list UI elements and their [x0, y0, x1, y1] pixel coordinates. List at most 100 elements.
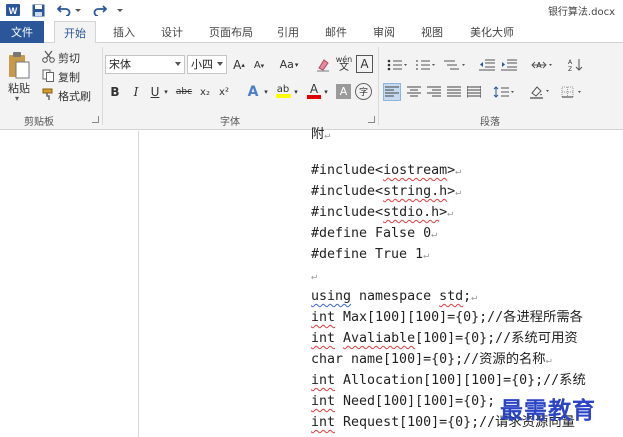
- shrink-font-icon: A: [253, 60, 261, 71]
- svg-text:Z: Z: [568, 66, 572, 72]
- bold-button[interactable]: B: [108, 83, 122, 101]
- paragraph-mark: ↵: [324, 130, 331, 141]
- tab-page-layout[interactable]: 页面布局: [202, 21, 260, 43]
- grow-font-icon: A: [233, 57, 242, 72]
- multilevel-list-icon[interactable]: [442, 56, 466, 73]
- enclose-characters-icon: 字: [358, 88, 368, 98]
- save-icon[interactable]: [30, 2, 46, 18]
- document-line[interactable]: using namespace std;↵: [311, 286, 477, 307]
- font-size-select[interactable]: 小四: [187, 55, 227, 74]
- paste-icon[interactable]: [6, 49, 32, 83]
- format-painter-icon[interactable]: [41, 87, 55, 101]
- tab-review[interactable]: 审阅: [364, 21, 404, 43]
- tab-design[interactable]: 设计: [152, 21, 192, 43]
- document-line[interactable]: char name[100]={0};//资源的名称↵: [311, 349, 552, 370]
- bullets-icon[interactable]: [386, 56, 408, 73]
- font-dialog-launcher[interactable]: [368, 116, 375, 123]
- tab-view[interactable]: 视图: [412, 21, 452, 43]
- undo-dropdown-icon[interactable]: [74, 2, 82, 18]
- text-effects-dropdown-icon[interactable]: ▾: [262, 83, 270, 101]
- text-effects-button[interactable]: A: [244, 82, 262, 101]
- group-divider: [102, 47, 103, 125]
- tab-mailings[interactable]: 邮件: [316, 21, 356, 43]
- shrink-font-button[interactable]: A ▾: [251, 57, 267, 74]
- paragraph-group-label: 段落: [480, 117, 500, 128]
- align-right-icon[interactable]: [425, 83, 443, 101]
- font-color-dropdown-icon[interactable]: ▾: [322, 83, 330, 101]
- enclose-characters-button[interactable]: 字: [355, 83, 372, 100]
- underline-button[interactable]: U: [148, 83, 162, 101]
- highlight-color-swatch: [275, 93, 291, 98]
- character-shading-button[interactable]: A: [336, 84, 351, 99]
- cut-button[interactable]: 剪切: [58, 50, 80, 66]
- justify-icon[interactable]: [445, 83, 463, 101]
- borders-icon[interactable]: [560, 83, 586, 101]
- italic-button[interactable]: I: [129, 83, 143, 101]
- clear-formatting-icon[interactable]: [315, 56, 331, 73]
- highlight-button[interactable]: ab: [274, 81, 292, 101]
- document-line[interactable]: #define True 1↵: [311, 244, 429, 265]
- customize-quick-access-icon[interactable]: [116, 2, 124, 18]
- svg-text:W: W: [9, 6, 18, 16]
- chinese-layout-icon[interactable]: A: [530, 56, 554, 73]
- document-line[interactable]: int Max[100][100]={0};//各进程所需各: [311, 307, 583, 328]
- subscript-button[interactable]: x₂: [197, 83, 213, 101]
- document-line[interactable]: int Allocation[100][100]={0};//系统: [311, 370, 586, 391]
- document-line[interactable]: int Need[100][100]={0};: [311, 391, 495, 412]
- tab-insert[interactable]: 插入: [104, 21, 144, 43]
- sort-icon[interactable]: AZ: [566, 56, 584, 73]
- tab-home[interactable]: 开始: [54, 21, 96, 44]
- document-line[interactable]: int Avaliable[100]={0};//系统可用资: [311, 328, 578, 349]
- change-case-button[interactable]: Aa ▾: [276, 56, 302, 73]
- align-center-icon[interactable]: [405, 83, 423, 101]
- document-line[interactable]: 附↵: [311, 124, 330, 145]
- enclose-border-button[interactable]: A: [356, 55, 373, 73]
- grow-font-button[interactable]: A ▴: [231, 56, 247, 73]
- strikethrough-button[interactable]: abc: [174, 83, 194, 101]
- character-shading-icon: A: [339, 85, 348, 98]
- copy-button[interactable]: 复制: [58, 69, 80, 85]
- change-case-icon: Aa: [279, 58, 294, 71]
- tab-beautify-master[interactable]: 美化大师: [462, 21, 522, 43]
- copy-icon[interactable]: [41, 68, 55, 82]
- document-line[interactable]: #include<string.h>↵: [311, 181, 461, 202]
- paragraph-shading-icon[interactable]: [528, 83, 552, 101]
- decrease-indent-icon[interactable]: [478, 56, 496, 73]
- page-margin-divider: [138, 131, 139, 437]
- phonetic-guide-button[interactable]: wén 文: [335, 54, 353, 74]
- redo-icon[interactable]: [92, 2, 108, 18]
- highlighter-icon: ab: [276, 83, 290, 95]
- document-line[interactable]: #include<stdio.h>↵: [311, 202, 453, 223]
- numbering-icon[interactable]: [414, 56, 436, 73]
- character-border-icon: A: [360, 57, 369, 71]
- tab-references[interactable]: 引用: [268, 21, 308, 43]
- scissors-icon[interactable]: [41, 49, 55, 63]
- paste-dropdown-icon[interactable]: ▾: [15, 94, 19, 103]
- format-painter-button[interactable]: 格式刷: [58, 88, 91, 104]
- undo-icon[interactable]: [56, 2, 72, 18]
- chevron-down-icon: [175, 62, 181, 66]
- phonetic-char-icon: 文: [339, 62, 349, 73]
- highlight-dropdown-icon[interactable]: ▾: [292, 83, 300, 101]
- align-left-icon[interactable]: [383, 83, 401, 101]
- document-line[interactable]: #define False 0↵: [311, 223, 437, 244]
- increase-indent-icon[interactable]: [500, 56, 518, 73]
- distributed-icon[interactable]: [465, 83, 483, 101]
- font-color-swatch: [307, 95, 321, 99]
- line-spacing-icon[interactable]: [492, 83, 516, 101]
- font-color-icon: A: [309, 82, 319, 96]
- clipboard-group-label: 剪贴板: [24, 117, 54, 128]
- title-bar: W 银行算法.docx: [0, 0, 623, 21]
- underline-dropdown-icon[interactable]: ▾: [162, 83, 170, 101]
- font-size-value: 小四: [191, 58, 213, 71]
- clipboard-dialog-launcher[interactable]: [92, 116, 99, 123]
- group-divider: [378, 47, 379, 125]
- ribbon-tab-row: 文件 开始 插入 设计 页面布局 引用 邮件 审阅 视图 美化大师: [0, 21, 623, 44]
- document-line[interactable]: #include<iostream>↵: [311, 160, 461, 181]
- superscript-button[interactable]: x²: [216, 83, 232, 101]
- tab-file[interactable]: 文件: [0, 21, 44, 43]
- document-line[interactable]: ↵: [311, 265, 317, 286]
- font-name-select[interactable]: 宋体: [105, 55, 185, 74]
- font-color-button[interactable]: A: [306, 81, 322, 101]
- chevron-down-icon: [217, 62, 223, 66]
